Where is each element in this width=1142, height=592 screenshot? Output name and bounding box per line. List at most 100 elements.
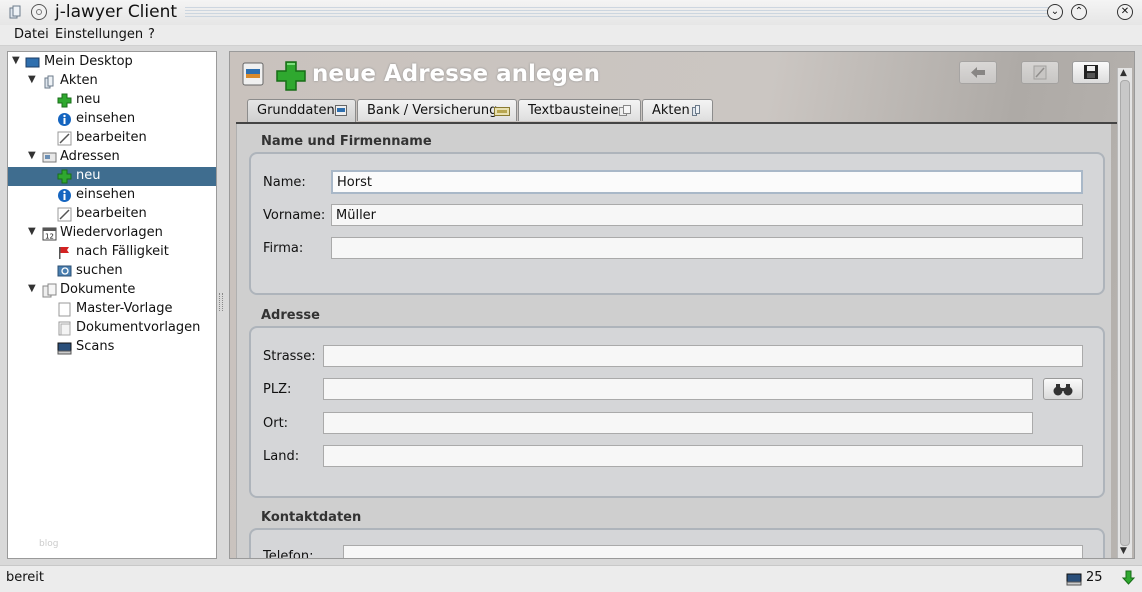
tree-item-mein-desktop[interactable]: ▼ Mein Desktop xyxy=(8,53,216,72)
tab-label: Bank / Versicherung xyxy=(367,103,498,118)
navigation-tree: ▼ Mein Desktop ▼ Akten neu einsehen bear… xyxy=(7,51,217,559)
tree-label: Wiedervorlagen xyxy=(60,225,163,240)
scrollbar-thumb[interactable] xyxy=(1120,80,1130,546)
expand-arrow-icon[interactable]: ▼ xyxy=(28,226,36,237)
tree-label: einsehen xyxy=(76,187,136,202)
window-menu-button[interactable] xyxy=(31,4,47,20)
expand-arrow-icon[interactable]: ▼ xyxy=(12,55,20,66)
expand-arrow-icon[interactable]: ▼ xyxy=(28,150,36,161)
telefon-field[interactable] xyxy=(343,545,1083,558)
edit-icon xyxy=(57,207,72,222)
plus-icon xyxy=(276,61,306,91)
land-field[interactable] xyxy=(323,445,1083,467)
back-button[interactable] xyxy=(959,61,997,84)
plz-label: PLZ: xyxy=(263,382,292,397)
vorname-label: Vorname: xyxy=(263,208,326,223)
menu-datei[interactable]: Datei xyxy=(14,27,49,42)
page-title: neue Adresse anlegen xyxy=(312,61,600,87)
flag-icon xyxy=(59,247,69,259)
tree-label: Dokumentvorlagen xyxy=(76,320,201,335)
address-book-icon xyxy=(42,152,57,163)
menu-bar: Datei Einstellungen ? xyxy=(0,25,1142,46)
tree-label: bearbeiten xyxy=(76,130,147,145)
splitter-handle[interactable] xyxy=(219,293,223,311)
tree-item-master-vorlage[interactable]: Master-Vorlage xyxy=(8,300,216,319)
scan-count: 25 xyxy=(1086,570,1103,585)
name-field[interactable] xyxy=(331,170,1083,194)
scroll-down-icon[interactable]: ▼ xyxy=(1120,546,1127,556)
plz-field[interactable] xyxy=(323,378,1033,400)
maximize-button[interactable]: ⌃ xyxy=(1071,4,1087,20)
tree-item-wiedervorlagen[interactable]: ▼ 12 Wiedervorlagen xyxy=(8,224,216,243)
tree-label: Adressen xyxy=(60,149,120,164)
tree-item-akten-einsehen[interactable]: einsehen xyxy=(8,110,216,129)
menu-einstellungen[interactable]: Einstellungen xyxy=(55,27,143,42)
vertical-scrollbar[interactable]: ▲ ▼ xyxy=(1117,68,1132,558)
tree-item-adressen[interactable]: ▼ Adressen xyxy=(8,148,216,167)
window-title: j-lawyer Client xyxy=(55,2,178,22)
vorname-field[interactable] xyxy=(331,204,1083,226)
scanner-icon[interactable] xyxy=(1066,571,1082,586)
tree-item-dokumentvorlagen[interactable]: Dokumentvorlagen xyxy=(8,319,216,338)
folder-icon xyxy=(692,105,700,116)
address-card-icon xyxy=(242,62,264,86)
tree-item-nach-faelligkeit[interactable]: nach Fälligkeit xyxy=(8,243,216,262)
strasse-field[interactable] xyxy=(323,345,1083,367)
expand-arrow-icon[interactable]: ▼ xyxy=(28,283,36,294)
documents-icon xyxy=(42,283,57,298)
scanner-icon xyxy=(57,342,72,355)
tree-label: Master-Vorlage xyxy=(76,301,173,316)
tree-label: neu xyxy=(76,168,101,183)
save-button[interactable] xyxy=(1072,61,1110,84)
edit-icon xyxy=(57,131,72,146)
telefon-label: Telefon: xyxy=(263,549,314,558)
tree-item-adressen-bearbeiten[interactable]: bearbeiten xyxy=(8,205,216,224)
tree-item-akten-neu[interactable]: neu xyxy=(8,91,216,110)
tree-label: Scans xyxy=(76,339,115,354)
save-icon xyxy=(1084,65,1098,79)
edit-icon xyxy=(1033,65,1047,80)
download-arrow-icon[interactable] xyxy=(1121,570,1136,586)
edit-button[interactable] xyxy=(1021,61,1059,84)
ort-label: Ort: xyxy=(263,416,289,431)
tree-label: neu xyxy=(76,92,101,107)
plus-icon xyxy=(57,93,72,108)
tree-label: suchen xyxy=(76,263,123,278)
title-bar-decoration xyxy=(185,7,1062,18)
name-label: Name: xyxy=(263,175,306,190)
plus-icon xyxy=(57,169,72,184)
svg-text:12: 12 xyxy=(45,233,54,241)
group-name: Name: Vorname: Firma: xyxy=(249,152,1105,295)
tab-akten[interactable]: Akten xyxy=(642,99,713,121)
tree-item-adressen-neu[interactable]: neu xyxy=(8,167,216,186)
calendar-icon: 12 xyxy=(42,227,57,241)
tree-item-akten-bearbeiten[interactable]: bearbeiten xyxy=(8,129,216,148)
tab-label: Textbausteine xyxy=(528,103,619,118)
document-icon xyxy=(58,321,71,336)
folder-icon xyxy=(44,75,54,89)
land-label: Land: xyxy=(263,449,300,464)
tree-label: einsehen xyxy=(76,111,136,126)
sidebar-watermark: blog xyxy=(39,539,59,549)
group-kontakt: Telefon: xyxy=(249,528,1105,558)
expand-arrow-icon[interactable]: ▼ xyxy=(28,74,36,85)
firma-field[interactable] xyxy=(331,237,1083,259)
tree-item-akten[interactable]: ▼ Akten xyxy=(8,72,216,91)
tree-item-adressen-einsehen[interactable]: einsehen xyxy=(8,186,216,205)
app-icon xyxy=(9,5,21,19)
info-icon xyxy=(58,189,71,202)
tab-content-grunddaten: Name und Firmenname Name: Vorname: Firma… xyxy=(236,124,1111,558)
tree-item-dokumente[interactable]: ▼ Dokumente xyxy=(8,281,216,300)
tab-grunddaten[interactable]: Grunddaten xyxy=(247,99,356,122)
scroll-up-icon[interactable]: ▲ xyxy=(1120,68,1127,78)
plz-search-button[interactable] xyxy=(1043,378,1083,400)
minimize-button[interactable]: ⌄ xyxy=(1047,4,1063,20)
firma-label: Firma: xyxy=(263,241,304,256)
ort-field[interactable] xyxy=(323,412,1033,434)
tree-item-scans[interactable]: Scans xyxy=(8,338,216,357)
tree-item-suchen[interactable]: suchen xyxy=(8,262,216,281)
close-button[interactable]: ✕ xyxy=(1117,4,1133,20)
menu-help[interactable]: ? xyxy=(148,27,155,42)
tab-bank-versicherung[interactable]: Bank / Versicherung xyxy=(357,99,517,121)
tab-textbausteine[interactable]: Textbausteine xyxy=(518,99,641,121)
